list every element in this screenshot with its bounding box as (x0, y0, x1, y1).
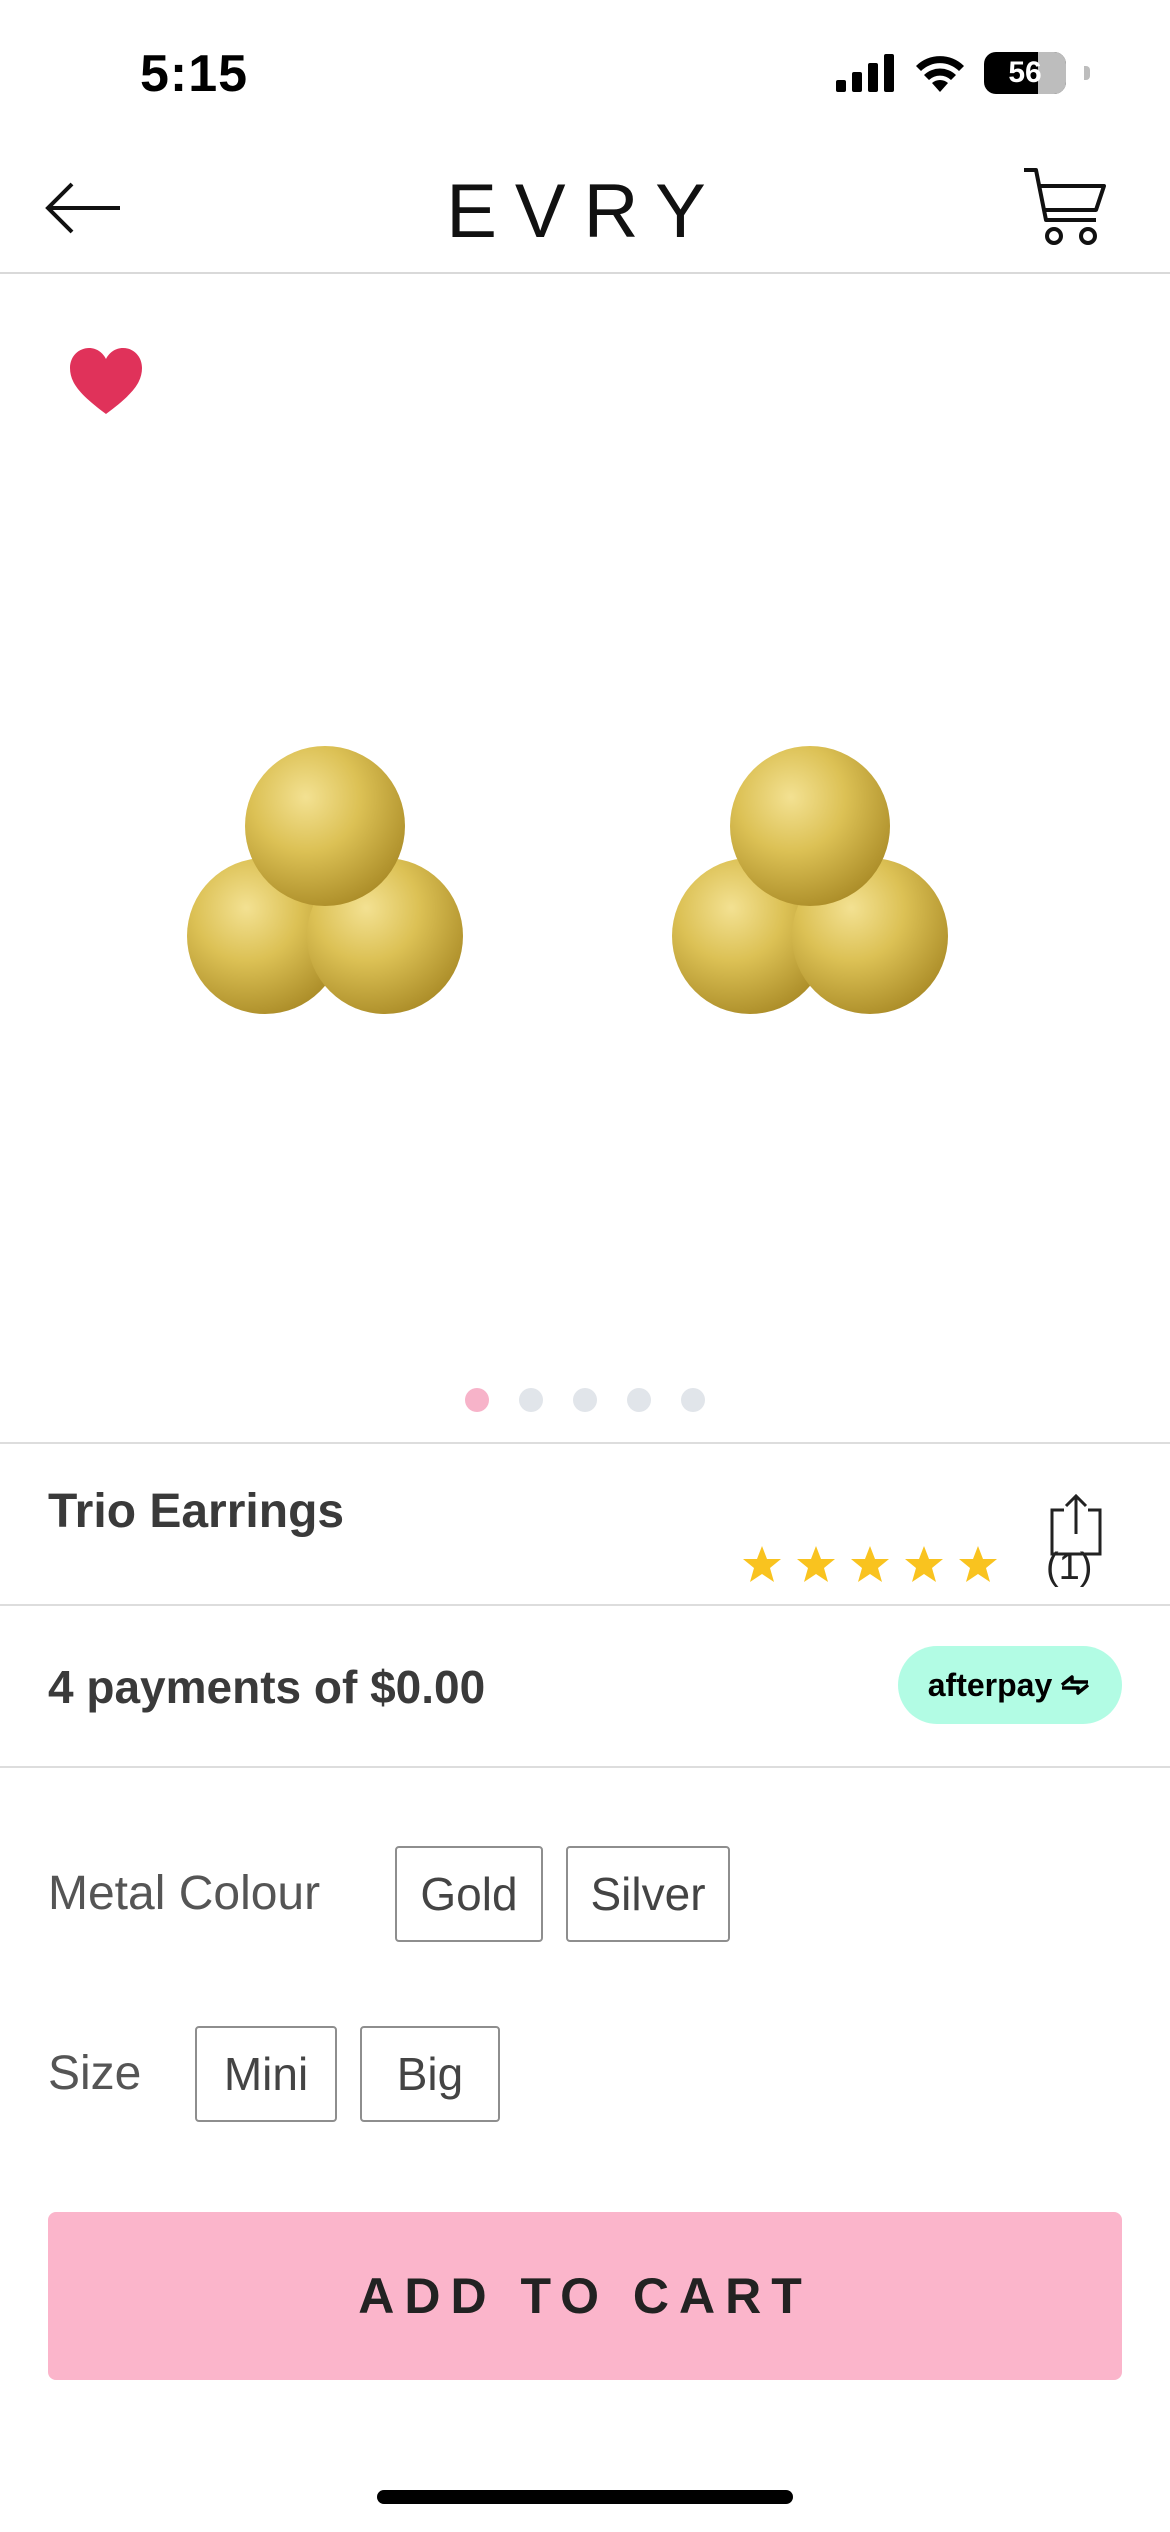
divider (0, 1766, 1170, 1768)
carousel-dots (0, 1388, 1170, 1412)
battery-icon: 56 (984, 52, 1066, 94)
metal-colour-label: Metal Colour (48, 1867, 321, 1920)
carousel-dot[interactable] (573, 1388, 597, 1412)
installments-text: 4 payments of $0.00 (48, 1661, 486, 1713)
option-metal-silver[interactable]: Silver (566, 1846, 730, 1942)
cart-icon (1024, 168, 1106, 245)
heart-icon (70, 348, 142, 414)
star-icon (905, 1546, 943, 1582)
add-to-cart-button[interactable]: ADD TO CART (48, 2212, 1122, 2380)
app-header: EVRY (0, 150, 1170, 274)
carousel-dot[interactable] (681, 1388, 705, 1412)
status-time: 5:15 (140, 45, 249, 103)
afterpay-label: afterpay (927, 1666, 1053, 1703)
status-icons: 56 (836, 52, 1090, 94)
star-icon (797, 1546, 835, 1582)
size-label: Size (48, 2047, 142, 2100)
installments-row: 4 payments of $0.00 afterpay (0, 1606, 1170, 1766)
afterpay-logo-icon (1061, 1675, 1090, 1695)
option-size-mini[interactable]: Mini (195, 2026, 337, 2122)
favorite-button[interactable] (68, 346, 144, 416)
home-indicator[interactable] (377, 2490, 793, 2504)
option-metal-gold[interactable]: Gold (395, 1846, 543, 1942)
product-title: Trio Earrings (48, 1485, 345, 1538)
cellular-signal-icon (836, 54, 894, 92)
rating-stars[interactable] (742, 1544, 998, 1584)
product-gallery[interactable] (0, 276, 1170, 1442)
carousel-dot[interactable] (465, 1388, 489, 1412)
star-icon (743, 1546, 781, 1582)
carousel-dot[interactable] (519, 1388, 543, 1412)
carousel-dot[interactable] (627, 1388, 651, 1412)
product-image (187, 746, 948, 1014)
cart-button[interactable] (1022, 164, 1108, 250)
earring-right (672, 746, 948, 1014)
star-icon (851, 1546, 889, 1582)
afterpay-badge[interactable]: afterpay (898, 1646, 1122, 1724)
review-count[interactable]: (1) (1046, 1546, 1092, 1589)
brand-logo[interactable]: EVRY (0, 168, 1170, 255)
battery-tip (1084, 66, 1090, 80)
product-title-row: Trio Earrings (1) (0, 1444, 1170, 1604)
status-bar: 5:15 56 (0, 0, 1170, 150)
battery-level: 56 (1008, 56, 1042, 89)
wifi-icon (916, 56, 964, 92)
star-icon (959, 1546, 997, 1582)
earring-left (187, 746, 463, 1014)
option-size-big[interactable]: Big (360, 2026, 500, 2122)
